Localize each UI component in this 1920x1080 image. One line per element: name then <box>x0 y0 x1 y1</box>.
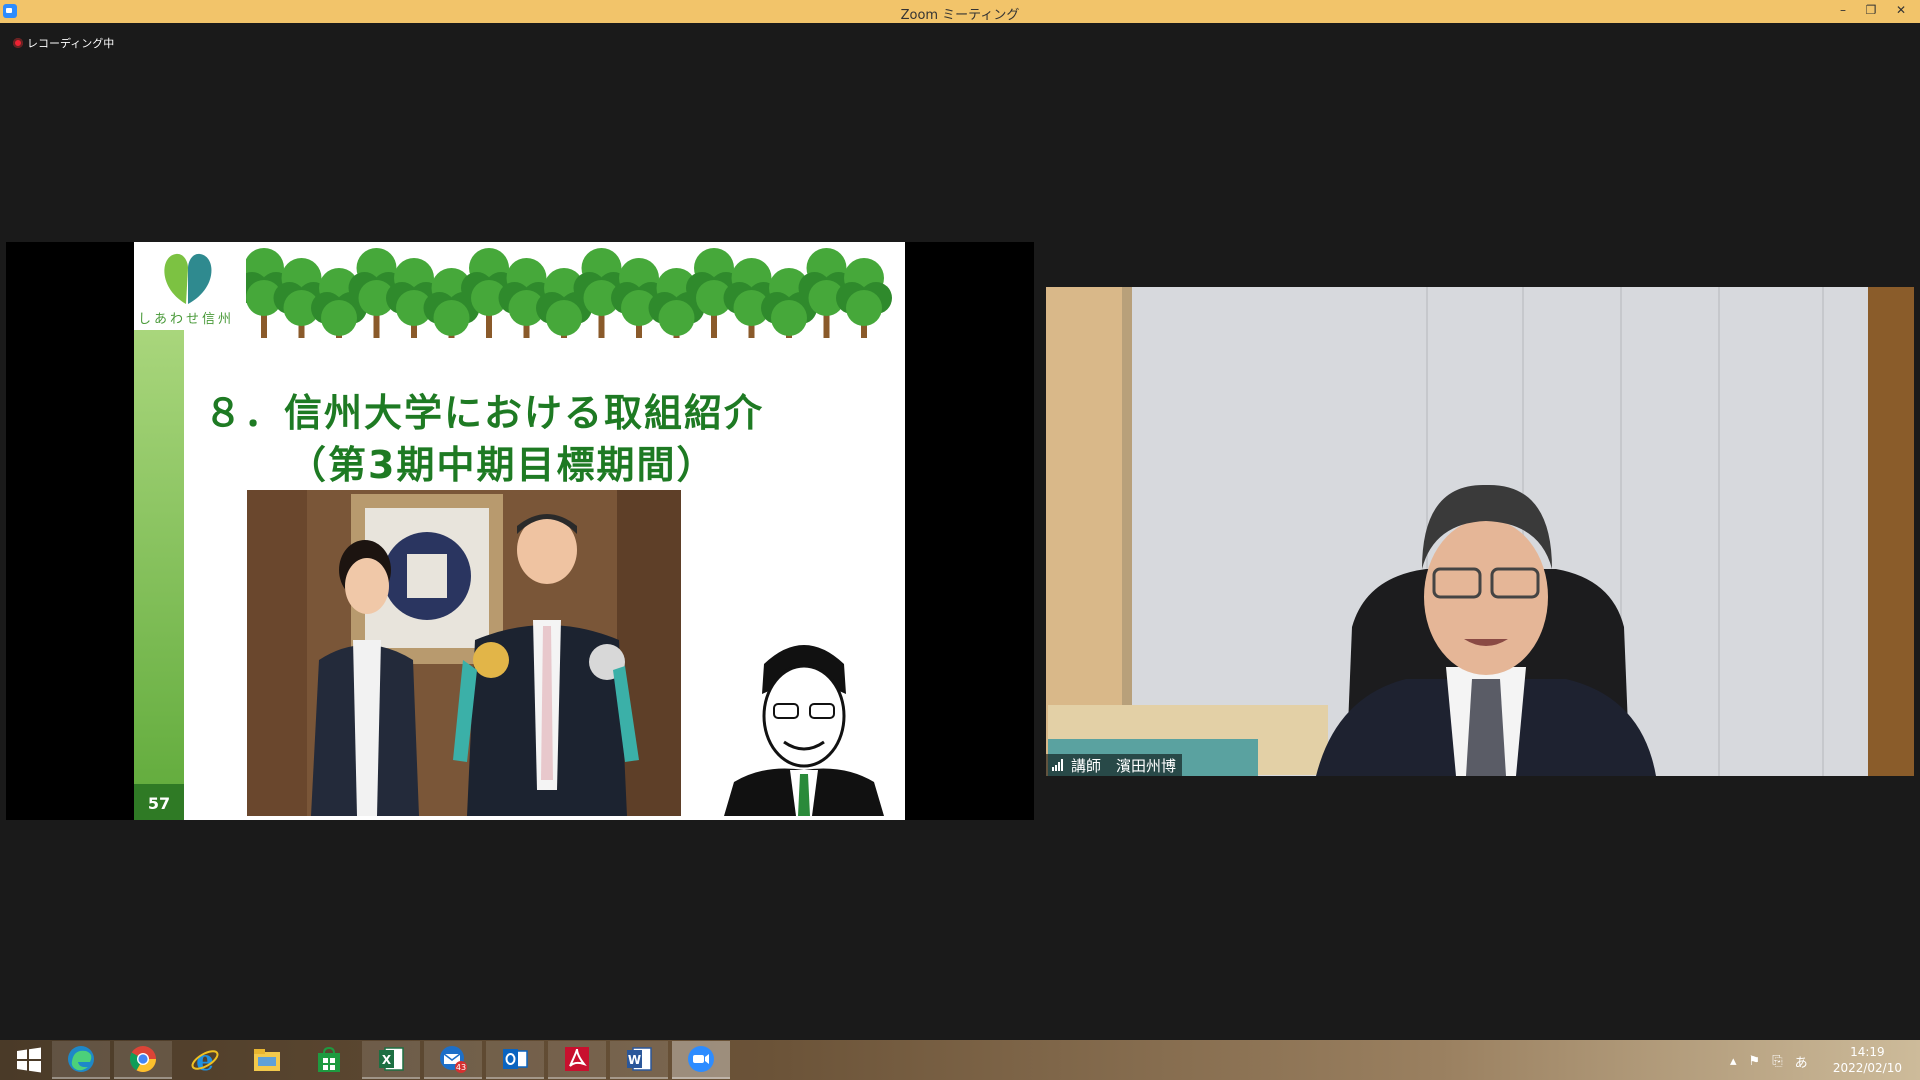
heart-logo-icon <box>164 253 212 304</box>
participant-name-tag: 講師 濱田州博 <box>1046 754 1183 776</box>
recording-label: レコーディング中 <box>27 37 115 50</box>
thunderbird-icon[interactable]: 43 <box>424 1041 482 1079</box>
window-title: Zoom ミーティング <box>900 8 1020 23</box>
signal-strength-icon <box>1052 759 1063 771</box>
svg-text:W: W <box>628 1053 641 1067</box>
clock-time: 14:19 <box>1850 1045 1885 1059</box>
store-icon[interactable] <box>300 1041 358 1079</box>
svg-text:e: e <box>196 1045 214 1075</box>
title-bar: Zoom ミーティング – ❐ ✕ <box>0 0 1920 23</box>
action-center-flag-icon[interactable]: ⚑ <box>1749 1054 1761 1069</box>
slide-page-number: 57 <box>134 784 184 820</box>
chrome-icon[interactable] <box>114 1041 172 1079</box>
zoom-taskbar-icon[interactable] <box>672 1041 730 1079</box>
edge-icon[interactable] <box>52 1041 110 1079</box>
record-icon <box>13 38 23 48</box>
slide-title-line1: ８．信州大学における取組紹介 <box>204 391 765 435</box>
minimize-button[interactable]: – <box>1828 0 1858 23</box>
slide-title-line2: （第3期中期目標期間） <box>288 443 717 487</box>
acrobat-icon[interactable] <box>548 1041 606 1079</box>
ime-indicator[interactable]: あ <box>1795 1052 1808 1071</box>
file-explorer-icon[interactable] <box>238 1041 296 1079</box>
system-clock[interactable]: 14:19 2022/02/10 <box>1833 1044 1902 1076</box>
caricature-illustration <box>724 634 904 816</box>
shinshu-logo: しあわせ信州 <box>138 246 238 327</box>
close-button[interactable]: ✕ <box>1886 0 1916 23</box>
participant-name: 講師 濱田州博 <box>1071 756 1177 775</box>
logo-text: しあわせ信州 <box>138 312 235 327</box>
slide-sidebar <box>134 330 184 820</box>
excel-icon[interactable]: X <box>362 1041 420 1079</box>
word-icon[interactable]: W <box>610 1041 668 1079</box>
medal-photo <box>247 490 681 816</box>
tray-expand-icon[interactable]: ▴ <box>1730 1054 1737 1069</box>
windows-start-icon[interactable] <box>0 1041 58 1079</box>
outlook-icon[interactable] <box>486 1041 544 1079</box>
internet-explorer-icon[interactable]: e <box>176 1041 234 1079</box>
trees-banner <box>246 248 892 338</box>
system-tray: ▴ ⚑ ⎘ あ <box>1730 1052 1808 1071</box>
taskbar: e X 43 W <box>0 1040 1920 1080</box>
recording-indicator[interactable]: レコーディング中 <box>13 35 114 51</box>
clock-date: 2022/02/10 <box>1832 1061 1902 1075</box>
shared-screen: しあわせ信州 57 ８．信州大学における取組紹介 （第3期中期目標期間） <box>6 242 1034 820</box>
restore-button[interactable]: ❐ <box>1856 0 1886 23</box>
thunderbird-badge: 43 <box>456 1063 466 1072</box>
participant-video[interactable] <box>1046 287 1914 776</box>
svg-text:X: X <box>382 1053 392 1067</box>
network-icon[interactable]: ⎘ <box>1772 1054 1782 1069</box>
presentation-slide: しあわせ信州 57 ８．信州大学における取組紹介 （第3期中期目標期間） <box>134 242 905 820</box>
